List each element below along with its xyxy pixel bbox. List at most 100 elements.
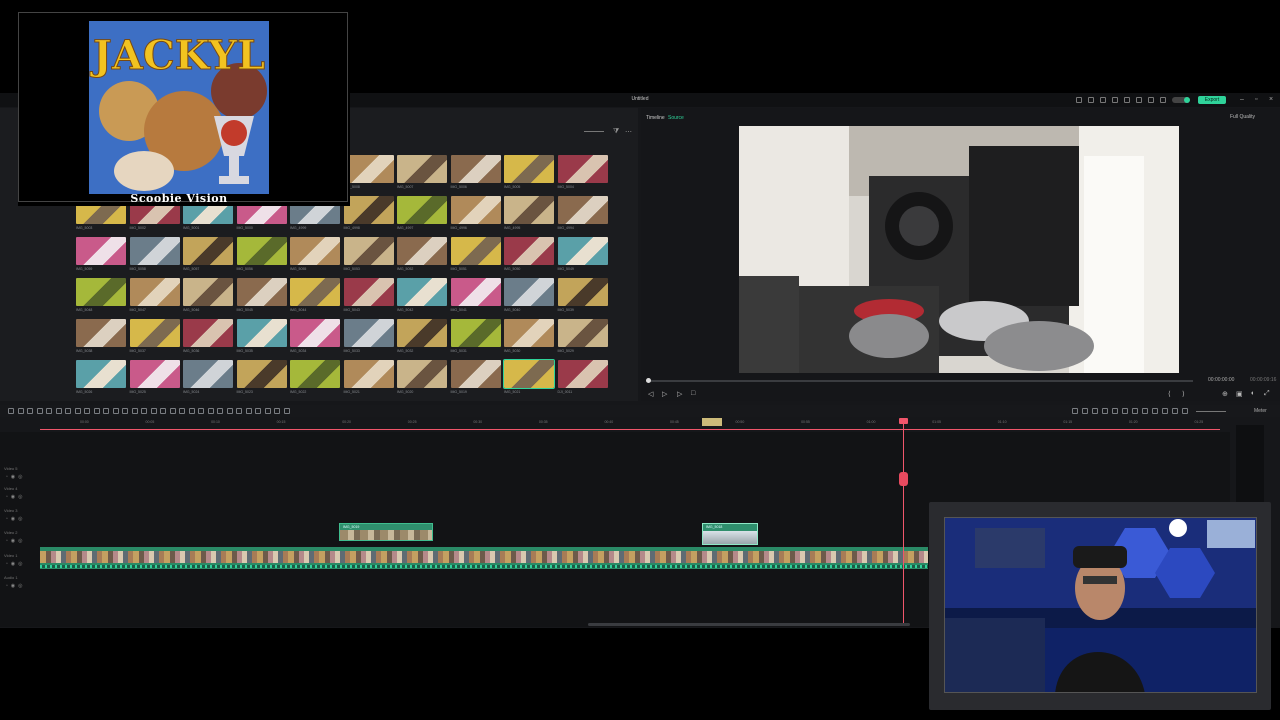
close-icon[interactable]: × [1269, 95, 1273, 105]
media-thumbnail[interactable] [557, 196, 608, 224]
timeline-tool-icon[interactable] [103, 408, 109, 414]
zoom-icon[interactable]: ⊕ [1222, 390, 1228, 398]
media-thumbnail[interactable] [183, 360, 233, 388]
media-thumbnail[interactable] [129, 360, 180, 388]
media-thumbnail[interactable] [397, 196, 447, 224]
media-thumbnail[interactable] [450, 196, 501, 224]
timeline-tool-icon[interactable] [188, 408, 195, 414]
media-thumbnail[interactable] [450, 237, 501, 265]
timeline-tool-icon[interactable] [36, 408, 43, 414]
zoom-slider[interactable] [584, 131, 604, 132]
media-thumbnail[interactable] [129, 278, 180, 306]
media-thumbnail[interactable] [504, 196, 554, 224]
timeline-option-icon[interactable] [1072, 408, 1078, 414]
media-thumbnail[interactable] [397, 155, 447, 183]
gift-icon[interactable] [1160, 97, 1166, 103]
timeline-option-icon[interactable] [1102, 408, 1108, 414]
media-thumbnail[interactable] [450, 319, 501, 347]
play-icon[interactable]: ▷ [662, 390, 667, 398]
media-thumbnail[interactable] [76, 237, 126, 265]
layout-icon[interactable] [1112, 97, 1118, 103]
timeline-tool-icon[interactable] [217, 408, 223, 414]
media-thumbnail[interactable] [343, 237, 394, 265]
track-controls-icon[interactable]: ▫◉◎ [6, 538, 26, 544]
timeline-tool-icon[interactable] [141, 408, 147, 414]
timeline-tool-icon[interactable] [245, 408, 252, 414]
timeline-tool-icon[interactable] [150, 408, 157, 414]
media-thumbnail[interactable] [290, 360, 340, 388]
volume-icon[interactable]: ◖ [1250, 390, 1254, 397]
timeline-option-icon[interactable] [1152, 408, 1158, 414]
snapshot-icon[interactable]: ▣ [1236, 390, 1243, 398]
maximize-icon[interactable]: ▫ [1255, 95, 1257, 105]
account-icon[interactable] [1076, 97, 1082, 103]
media-thumbnail[interactable] [343, 319, 394, 347]
playback-scrubber[interactable] [648, 380, 1193, 382]
media-thumbnail[interactable] [183, 278, 233, 306]
track-header[interactable]: Video 2 [4, 530, 18, 535]
track-header[interactable]: Video 1 [4, 553, 18, 558]
timeline-scrollbar[interactable] [588, 623, 910, 626]
mark-out-icon[interactable]: ⟩ [1182, 390, 1185, 398]
quality-dropdown[interactable]: Full Quality [1230, 113, 1266, 121]
media-thumbnail[interactable] [504, 237, 554, 265]
timeline-option-icon[interactable] [1162, 408, 1168, 414]
media-thumbnail[interactable] [76, 278, 126, 306]
media-thumbnail[interactable] [183, 237, 233, 265]
timeline-tool-icon[interactable] [55, 408, 62, 414]
export-button[interactable]: Export [1198, 96, 1226, 104]
track-header[interactable]: Video 3 [4, 508, 18, 513]
tab-timeline[interactable]: Timeline [646, 115, 665, 121]
timeline-tool-icon[interactable] [17, 408, 24, 414]
media-thumbnail[interactable] [557, 278, 608, 306]
timeline-tool-icon[interactable] [226, 408, 233, 414]
timeline-option-icon[interactable] [1082, 408, 1088, 414]
meter-label[interactable]: Meter [1254, 408, 1267, 414]
track-header[interactable]: Audio 1 [4, 575, 18, 580]
filter-icon[interactable]: ⧩ [613, 128, 619, 136]
timeline-option-icon[interactable] [1182, 408, 1188, 414]
media-thumbnail[interactable] [290, 319, 340, 347]
timeline-tool-icon[interactable] [65, 408, 71, 414]
media-thumbnail[interactable] [236, 237, 287, 265]
media-thumbnail[interactable] [343, 278, 394, 306]
media-thumbnail[interactable] [129, 237, 180, 265]
media-thumbnail[interactable] [503, 359, 555, 389]
media-thumbnail[interactable] [504, 155, 554, 183]
help-icon[interactable] [1148, 97, 1154, 103]
media-thumbnail[interactable] [450, 360, 501, 388]
media-thumbnail[interactable] [504, 278, 554, 306]
media-thumbnail[interactable] [236, 319, 287, 347]
media-thumbnail[interactable] [76, 360, 126, 388]
media-thumbnail[interactable] [450, 155, 501, 183]
mark-in-icon[interactable]: ⟨ [1168, 390, 1171, 398]
notification-icon[interactable] [1088, 97, 1094, 103]
media-thumbnail[interactable] [557, 155, 608, 183]
play-alt-icon[interactable]: ▷ [677, 390, 682, 398]
timeline-clip[interactable]: IMG_5019 [339, 523, 433, 541]
media-thumbnail[interactable] [504, 319, 554, 347]
timeline-marker[interactable] [702, 418, 722, 426]
tab-source[interactable]: Source [668, 115, 684, 121]
timeline-tool-icon[interactable] [112, 408, 119, 414]
timeline-option-icon[interactable] [1112, 408, 1118, 414]
media-thumbnail[interactable] [397, 360, 447, 388]
timeline-tool-icon[interactable] [160, 408, 166, 414]
timeline-tool-icon[interactable] [274, 408, 280, 414]
media-thumbnail[interactable] [236, 360, 287, 388]
cloud-icon[interactable] [1124, 97, 1130, 103]
track-header[interactable]: Video 4 [4, 486, 18, 491]
track-header[interactable]: Video 5 [4, 466, 18, 471]
prev-frame-icon[interactable]: ◁ [648, 390, 653, 398]
timeline-option-icon[interactable] [1092, 408, 1098, 414]
media-thumbnail[interactable] [183, 319, 233, 347]
more-icon[interactable]: ⋯ [625, 128, 632, 136]
timeline-tool-icon[interactable] [264, 408, 271, 414]
media-thumbnail[interactable] [450, 278, 501, 306]
media-thumbnail[interactable] [290, 278, 340, 306]
save-icon[interactable] [1100, 97, 1106, 103]
timeline-tool-icon[interactable] [27, 408, 33, 414]
timeline-clip[interactable]: IMG_5018 [702, 523, 758, 545]
media-thumbnail[interactable] [343, 196, 394, 224]
timeline-option-icon[interactable] [1142, 408, 1148, 414]
